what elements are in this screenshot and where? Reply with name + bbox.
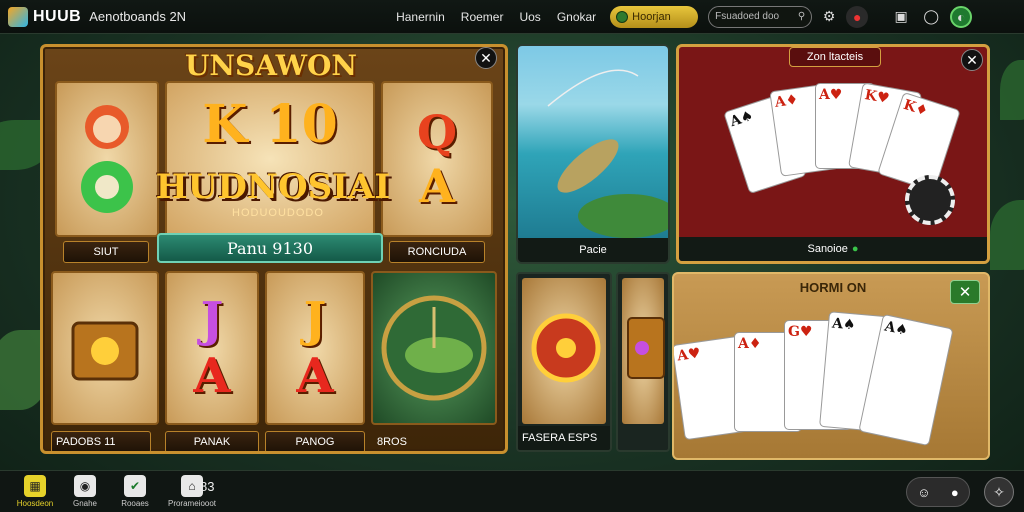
close-icon[interactable]: ✕ bbox=[950, 280, 980, 304]
user-icon: ● bbox=[950, 484, 959, 500]
treasure-chest-icon bbox=[71, 321, 139, 381]
foliage bbox=[990, 200, 1024, 270]
balance-label: Hoorjan bbox=[632, 10, 671, 23]
card-caption: Sanoioe ● bbox=[679, 237, 987, 261]
top-bar: HUUB Aenotboands 2N Hanernin Roemer Uos … bbox=[0, 0, 1024, 34]
status-icon: ● bbox=[851, 243, 859, 255]
app-subtitle: Aenotboands 2N bbox=[89, 9, 187, 24]
bottom-nav-label: Hoosdeon bbox=[16, 499, 54, 508]
cards-title: Zon ltacteis bbox=[789, 47, 881, 67]
close-icon[interactable]: ✕ bbox=[961, 49, 983, 71]
balance-button[interactable]: Hoorjan bbox=[610, 5, 699, 28]
win-banner: HUDNOSIAI bbox=[155, 167, 391, 207]
reel-cell: J A bbox=[265, 271, 365, 425]
symbol-j: J bbox=[200, 292, 224, 348]
bottom-nav-item[interactable]: ◉ Gnahe bbox=[60, 475, 110, 508]
profile-icon[interactable]: ◐ bbox=[950, 5, 973, 28]
win-banner-sub: HODUOUDODO bbox=[232, 207, 324, 219]
wheel-icon bbox=[531, 313, 601, 383]
card-caption: FASERA ESPS bbox=[518, 426, 610, 450]
app-logo[interactable]: HUUB bbox=[33, 8, 81, 26]
symbol-a: A bbox=[193, 348, 231, 404]
slot-tag[interactable]: PANOG bbox=[265, 431, 365, 451]
search-input[interactable]: Fsuadoed doo ⚲ bbox=[708, 5, 813, 28]
fishing-game-card[interactable]: Pacie bbox=[516, 44, 670, 264]
slot-game-panel[interactable]: UNSAWON ✕ K 10 Q A HUDNOSIAI HODUOUDODO … bbox=[40, 44, 508, 454]
nav-item[interactable]: Gnokar bbox=[557, 10, 596, 24]
cards-dialog[interactable]: HORMI ON ✕ A♥ A♦ G♥ A♠ A♠ bbox=[672, 272, 990, 460]
chest-icon bbox=[627, 317, 665, 379]
reel-cell: J A bbox=[165, 271, 259, 425]
foliage bbox=[1000, 60, 1024, 120]
bottom-nav-label: Prorameiooot bbox=[167, 499, 217, 508]
bottom-nav-item[interactable]: ✔ Rooaes bbox=[110, 475, 160, 508]
cards-game-card[interactable]: Zon ltacteis ✕ A♠ A♦ A♥ K♥ K♦ Sanoioe ● bbox=[676, 44, 990, 264]
extra-label: 83 bbox=[200, 479, 215, 494]
caption-label: Sanoioe bbox=[807, 243, 848, 255]
dialog-title: HORMI ON bbox=[799, 280, 867, 295]
controller-icon: ◉ bbox=[74, 475, 96, 497]
symbol-j: J bbox=[303, 292, 327, 348]
bottom-nav: ▦ Hoosdeon ◉ Gnahe ✔ Rooaes ⌂ Prorameioo… bbox=[0, 470, 1024, 512]
notification-icon[interactable]: ● bbox=[846, 5, 869, 28]
bottom-nav-item[interactable]: ▦ Hoosdeon bbox=[10, 475, 60, 508]
close-icon[interactable]: ✕ bbox=[475, 47, 497, 69]
check-icon: ✔ bbox=[124, 475, 146, 497]
slot-title: UNSAWON bbox=[185, 49, 357, 82]
grid-icon: ▦ bbox=[24, 475, 46, 497]
settings-icon[interactable]: ⚙ bbox=[818, 6, 840, 28]
gift-icon[interactable]: ▣ bbox=[890, 6, 912, 28]
game-card[interactable] bbox=[616, 272, 670, 452]
reel-cell: Q A bbox=[381, 81, 493, 237]
symbol-k: K bbox=[202, 93, 248, 155]
chat-icon: ☺ bbox=[917, 484, 931, 500]
reel-cell bbox=[55, 81, 159, 237]
symbol-a: A bbox=[296, 348, 334, 404]
fishing-scene bbox=[518, 46, 668, 242]
symbol-a: A bbox=[419, 159, 455, 213]
search-icon[interactable]: ⚲ bbox=[798, 11, 805, 22]
chat-toggle[interactable]: ☺ ● bbox=[906, 477, 970, 507]
logo-icon bbox=[8, 6, 28, 27]
card-caption: Pacie bbox=[518, 238, 668, 262]
bottom-nav-label: Gnahe bbox=[72, 499, 98, 508]
game-art bbox=[522, 278, 606, 424]
jester-icon bbox=[81, 105, 133, 213]
symbol-10: 10 bbox=[265, 93, 338, 155]
bottom-nav-label: Rooaes bbox=[121, 499, 149, 508]
reel-cell bbox=[371, 271, 497, 425]
slot-tag[interactable]: SIUT bbox=[63, 241, 149, 263]
nav-item[interactable]: Uos bbox=[519, 10, 540, 24]
nav-item[interactable]: Roemer bbox=[461, 10, 504, 24]
slot-tag[interactable]: 8ROS bbox=[371, 431, 431, 451]
game-card[interactable]: FASERA ESPS bbox=[516, 272, 612, 452]
compass-icon[interactable]: ✧ bbox=[984, 477, 1014, 507]
bottom-controls: ☺ ● ✧ bbox=[906, 477, 1014, 507]
slot-tag[interactable]: PADOBS 11 bbox=[51, 431, 151, 451]
slot-tag[interactable]: PANAK bbox=[165, 431, 259, 451]
chat-icon[interactable]: ◯ bbox=[920, 6, 942, 28]
reel-cell bbox=[51, 271, 159, 425]
poker-chip-icon bbox=[905, 175, 955, 225]
main-nav: Hanernin Roemer Uos Gnokar bbox=[396, 10, 596, 24]
nav-item[interactable]: Hanernin bbox=[396, 10, 445, 24]
symbol-q: Q bbox=[416, 105, 458, 159]
coin-icon bbox=[616, 10, 629, 23]
game-art bbox=[622, 278, 665, 424]
paytable-button[interactable]: Panu 9130 bbox=[157, 233, 383, 263]
search-placeholder: Fsuadoed doo bbox=[715, 11, 780, 22]
slot-tag[interactable]: RONCIUDA bbox=[389, 241, 485, 263]
fish-icon bbox=[547, 69, 668, 238]
clock-fish-icon bbox=[381, 295, 487, 401]
